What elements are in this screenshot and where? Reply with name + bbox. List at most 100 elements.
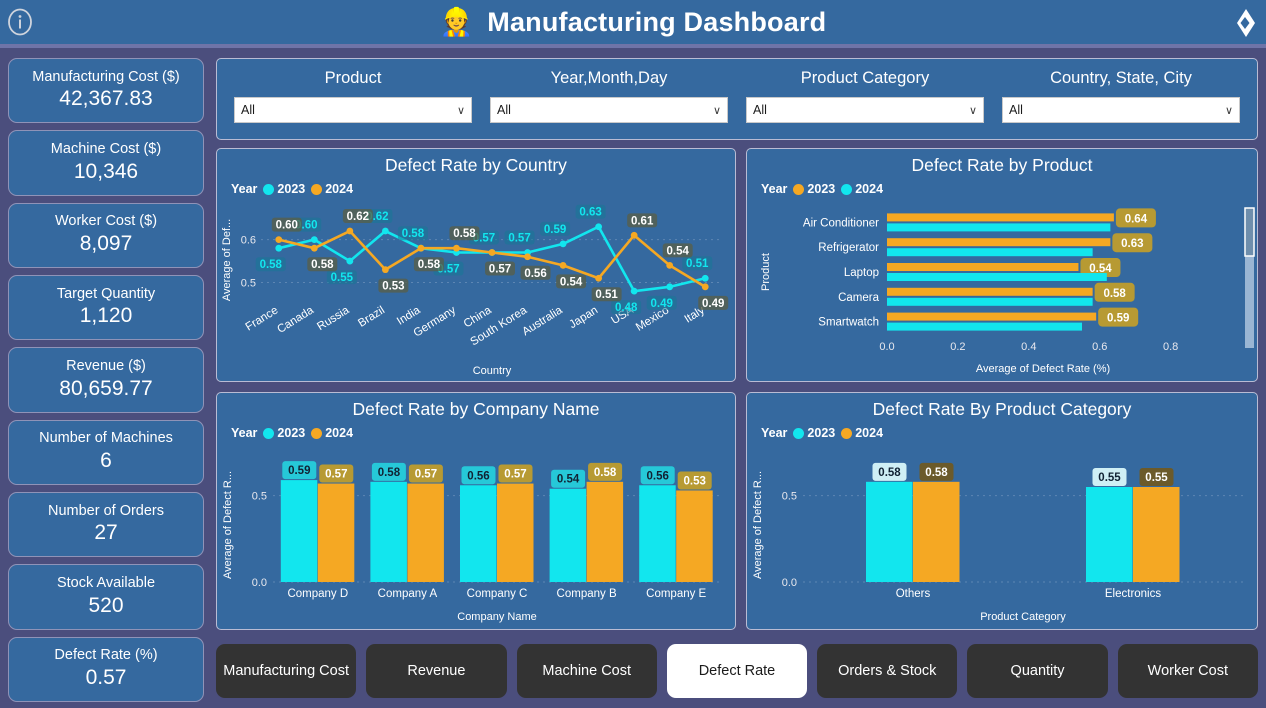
y-tick-label: 0.5 (241, 278, 256, 290)
bar-2023[interactable] (887, 287, 1093, 296)
tab-machine-cost[interactable]: Machine Cost (516, 644, 657, 698)
kpi-card[interactable]: Stock Available 520 (8, 564, 204, 630)
bar-2023[interactable] (887, 238, 1111, 247)
bar-2024[interactable] (887, 223, 1111, 232)
data-label: 0.60 (276, 220, 298, 232)
data-point[interactable] (346, 227, 354, 235)
filter-dropdown[interactable]: All ∨ (1002, 97, 1240, 123)
tab-defect-rate[interactable]: Defect Rate (666, 644, 808, 698)
bar-2023[interactable] (639, 485, 676, 582)
legend-label-2024: 2024 (325, 426, 354, 440)
data-point[interactable] (417, 244, 425, 252)
data-point[interactable] (310, 244, 318, 252)
bar-chart-category: 0.0 0.5 Average of Defect R... Others 0.58 0.… (752, 462, 1243, 623)
data-point[interactable] (595, 274, 603, 282)
data-point[interactable] (701, 274, 709, 282)
kpi-card[interactable]: Worker Cost ($) 8,097 (8, 202, 204, 268)
data-label: 0.51 (595, 289, 618, 301)
filter-bar: Product All ∨ Year,Month,Day All ∨ Product Cat… (216, 58, 1258, 140)
legend-dot-2024 (311, 427, 323, 439)
bar-2023[interactable] (866, 481, 913, 582)
filter-dropdown[interactable]: All ∨ (746, 97, 984, 123)
chevron-down-icon: ∨ (1224, 104, 1233, 117)
kpi-card[interactable]: Defect Rate (%) 0.57 (8, 636, 204, 702)
bar-2024[interactable] (586, 481, 624, 582)
legend-item-2023[interactable]: 2023 (263, 426, 305, 440)
kpi-card[interactable]: Machine Cost ($) 10,346 (8, 130, 204, 196)
bar-2023[interactable] (887, 312, 1097, 321)
data-point[interactable] (666, 283, 674, 291)
legend-item-2023[interactable]: 2023 (263, 182, 305, 196)
kpi-card[interactable]: Target Quantity 1,120 (8, 274, 204, 341)
plot-area-company[interactable]: 0.0 0.5 Average of Defect R... Company D 0.5… (217, 440, 735, 626)
legend-item-2024[interactable]: 2024 (841, 426, 883, 440)
data-point[interactable] (630, 231, 638, 239)
bar-2023[interactable] (1086, 487, 1133, 582)
filter-dropdown[interactable]: All ∨ (234, 97, 472, 123)
bar-2024[interactable] (676, 490, 713, 582)
legend-item-2023[interactable]: 2023 (793, 426, 835, 440)
legend-item-2023[interactable]: 2023 (793, 182, 835, 196)
kpi-card[interactable]: Number of Orders 27 (8, 491, 204, 558)
bar-chart-product: Product 0.0 0.2 0.4 0.6 0.8 Average of Defect … (760, 207, 1255, 375)
scrollbar-thumb[interactable] (1244, 207, 1255, 257)
tab-worker-cost[interactable]: Worker Cost (1117, 644, 1258, 698)
bar-2024[interactable] (913, 481, 960, 582)
bar-2024[interactable] (887, 322, 1082, 331)
bar-2024[interactable] (407, 483, 444, 582)
tab-orders-stock[interactable]: Orders & Stock (817, 644, 958, 698)
bar-2024[interactable] (317, 483, 355, 582)
bar-2024[interactable] (887, 297, 1093, 306)
legend-dot-2023 (263, 183, 275, 195)
kpi-card[interactable]: Manufacturing Cost ($) 42,367.83 (8, 58, 204, 124)
data-label: 0.55 (1098, 472, 1121, 484)
plot-area-country[interactable]: 0.5 0.6 Average of Def... France Canada Russi… (217, 196, 735, 378)
data-point[interactable] (524, 253, 531, 261)
app-header: 👷 Manufacturing Dashboard (0, 0, 1266, 44)
plot-area-product[interactable]: Product 0.0 0.2 0.4 0.6 0.8 Average of Defect … (747, 196, 1257, 378)
data-point[interactable] (275, 236, 283, 244)
data-point[interactable] (559, 240, 567, 248)
bar-2024[interactable] (887, 273, 1107, 281)
data-point[interactable] (381, 266, 389, 274)
data-label: 0.56 (467, 470, 489, 482)
kpi-label: Machine Cost ($) (50, 141, 162, 158)
filter-dropdown[interactable]: All ∨ (490, 97, 728, 123)
bar-2024[interactable] (1133, 487, 1180, 582)
legend-item-2024[interactable]: 2024 (841, 182, 883, 196)
y-tick-label: Camera (838, 292, 880, 304)
bar-2024[interactable] (887, 248, 1093, 257)
tab-quantity[interactable]: Quantity (967, 644, 1108, 698)
data-point[interactable] (595, 223, 603, 231)
kpi-card[interactable]: Number of Machines 6 (8, 419, 204, 485)
legend-dot-2024 (311, 183, 323, 195)
data-label: 0.51 (686, 258, 709, 270)
data-point[interactable] (488, 249, 496, 256)
data-point[interactable] (630, 287, 638, 295)
data-point[interactable] (381, 227, 389, 235)
data-point[interactable] (701, 283, 709, 291)
plot-area-category[interactable]: 0.0 0.5 Average of Defect R... Others 0.58 0.… (747, 440, 1257, 626)
legend-item-2024[interactable]: 2024 (311, 182, 353, 196)
bar-2023[interactable] (370, 481, 407, 582)
bar-2023[interactable] (887, 263, 1079, 271)
data-point[interactable] (275, 244, 283, 252)
tab-revenue[interactable]: Revenue (366, 644, 507, 698)
legend-item-2024[interactable]: 2024 (311, 426, 353, 440)
legend-country: Year 2023 2024 (231, 182, 735, 196)
tag-diamond-icon[interactable] (1224, 6, 1258, 40)
bar-2023[interactable] (280, 480, 318, 582)
bar-2023[interactable] (549, 488, 587, 582)
filter-label: Year,Month,Day (550, 69, 668, 87)
data-point[interactable] (453, 244, 460, 252)
bar-2023[interactable] (460, 485, 497, 582)
bar-2024[interactable] (497, 483, 534, 582)
data-point[interactable] (346, 257, 354, 265)
tab-manufacturing-cost[interactable]: Manufacturing Cost (216, 644, 357, 698)
kpi-card[interactable]: Revenue ($) 80,659.77 (8, 347, 204, 413)
bar-2023[interactable] (887, 213, 1114, 222)
data-point[interactable] (666, 261, 674, 269)
data-point[interactable] (310, 236, 318, 244)
data-point[interactable] (559, 261, 567, 269)
line-chart-country: 0.5 0.6 Average of Def... FranceCanada Russi… (221, 204, 729, 377)
